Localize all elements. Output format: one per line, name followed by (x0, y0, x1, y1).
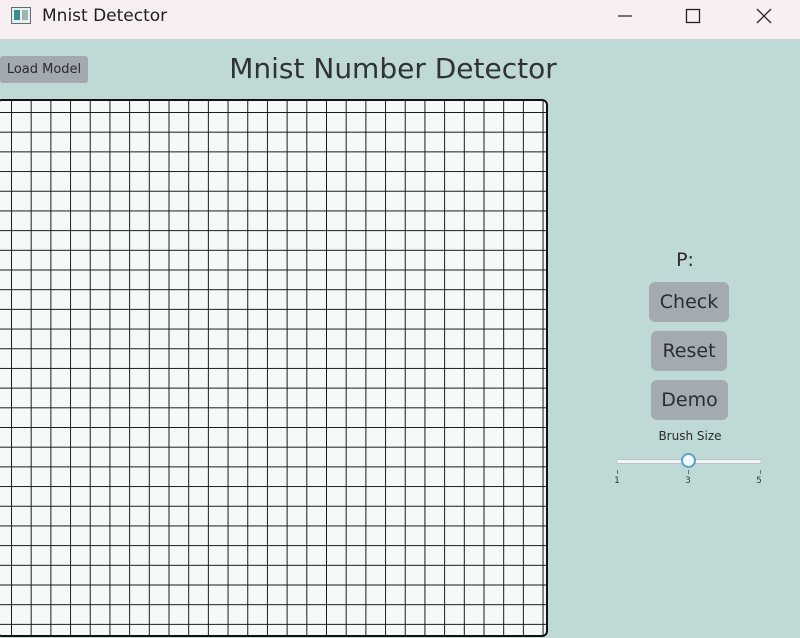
maximize-icon (685, 8, 701, 24)
slider-tick-label: 3 (685, 476, 691, 486)
slider-tick (760, 470, 761, 474)
maximize-button[interactable] (670, 0, 716, 32)
app-icon (11, 7, 31, 24)
window-title: Mnist Detector (42, 6, 168, 26)
slider-tick (688, 470, 689, 474)
slider-thumb[interactable] (681, 453, 696, 468)
title-bar: Mnist Detector (0, 0, 800, 39)
load-model-button[interactable]: Load Model (0, 56, 88, 83)
demo-button[interactable]: Demo (651, 380, 728, 420)
minimize-icon (618, 15, 632, 17)
prediction-label: P: (676, 249, 694, 271)
page-title: Mnist Number Detector (229, 52, 557, 85)
minimize-button[interactable] (602, 0, 648, 32)
close-icon (756, 8, 772, 24)
reset-button[interactable]: Reset (651, 331, 727, 371)
check-button[interactable]: Check (649, 282, 729, 322)
slider-tick (617, 470, 618, 474)
brush-size-label: Brush Size (658, 429, 722, 443)
slider-tick-label: 1 (614, 476, 620, 486)
drawing-canvas[interactable] (0, 99, 548, 637)
close-button[interactable] (741, 0, 787, 32)
slider-tick-label: 5 (756, 476, 762, 486)
